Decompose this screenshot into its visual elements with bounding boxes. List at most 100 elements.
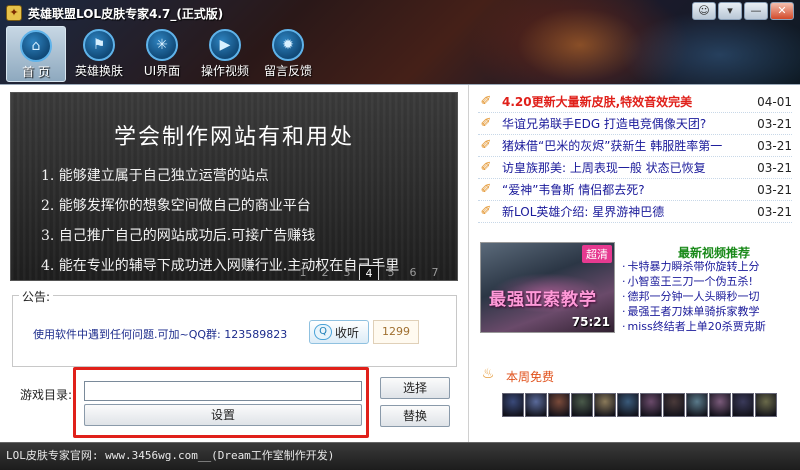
news-date: 03-21 (757, 204, 792, 219)
nav-label: 英雄换肤 (74, 64, 123, 78)
news-item[interactable]: ✐ 新LOL英雄介绍: 星界游神巴德 03-21 (478, 201, 792, 223)
pager-page-5[interactable]: 5 (381, 265, 401, 280)
nav-label: 首 页 (22, 65, 50, 79)
champion-portrait[interactable] (709, 393, 731, 417)
snowflake-icon: ✳ (146, 29, 178, 61)
nav-item-home[interactable]: ⌂ 首 页 (6, 26, 66, 82)
champion-portrait[interactable] (663, 393, 685, 417)
video-item-title: 卡特暴力瞬杀带你旋转上分 (627, 260, 760, 273)
nav-item-video[interactable]: ▶ 操作视频 (195, 26, 255, 82)
pager-page-6[interactable]: 6 (403, 265, 423, 280)
video-list: · 卡特暴力瞬杀带你旋转上分 · 小智蛮王三刀一个伪五杀! · 德邦一分钟一人头瞬秒一… (622, 259, 792, 334)
megaphone-icon: ✐ (480, 116, 492, 131)
banner-pager: 1 2 3 4 5 6 7 (293, 265, 445, 280)
video-overlay-text: 最强亚索教学 (489, 290, 597, 310)
video-item[interactable]: · miss终结者上单20杀贾克斯 (622, 319, 792, 334)
follow-count: 1299 (373, 320, 419, 344)
pager-page-2[interactable]: 2 (315, 265, 335, 280)
champion-portrait[interactable] (686, 393, 708, 417)
window-controls: ☺ ▾ — ✕ (692, 2, 794, 20)
skin-icon[interactable]: ☺ (692, 2, 716, 20)
bullet-icon: · (622, 320, 626, 333)
champion-portrait[interactable] (594, 393, 616, 417)
champion-portrait[interactable] (571, 393, 593, 417)
news-item[interactable]: ✐ 4.20更新大量新皮肤,特效音效完美 04-01 (478, 91, 792, 113)
champion-portrait[interactable] (617, 393, 639, 417)
video-item-title: 德邦一分钟一人头瞬秒一切 (627, 290, 760, 303)
minimize-icon[interactable]: — (744, 2, 768, 20)
promo-banner[interactable]: 学会制作网站有和用处 1. 能够建立属于自己独立运营的站点 2. 能够发挥你的想… (10, 92, 458, 281)
pager-page-3[interactable]: 3 (337, 265, 357, 280)
video-item-title: miss终结者上单20杀贾克斯 (627, 320, 766, 333)
banner-line: 2. 能够发挥你的想象空间做自己的商业平台 (41, 198, 311, 214)
header-art-ice (620, 10, 800, 84)
megaphone-icon: ✐ (480, 182, 492, 197)
pager-page-4[interactable]: 4 (359, 265, 379, 280)
video-item[interactable]: · 小智蛮王三刀一个伪五杀! (622, 274, 792, 289)
news-title: 新LOL英雄介绍: 星界游神巴德 (502, 205, 665, 219)
champion-portrait[interactable] (525, 393, 547, 417)
wave-icon: ♨ (481, 366, 495, 382)
video-item[interactable]: · 卡特暴力瞬杀带你旋转上分 (622, 259, 792, 274)
highlight-annotation (73, 367, 369, 438)
bullet-icon: · (622, 290, 626, 303)
megaphone-icon: ✐ (480, 204, 492, 219)
nav-item-hero-skins[interactable]: ⚑ 英雄换肤 (69, 26, 129, 82)
banner-title: 学会制作网站有和用处 (113, 125, 354, 150)
pager-page-7[interactable]: 7 (425, 265, 445, 280)
game-dir-label: 游戏目录: (20, 388, 73, 402)
news-date: 03-21 (757, 160, 792, 175)
flag-icon: ⚑ (83, 29, 115, 61)
news-date: 03-21 (757, 116, 792, 131)
nav-label: 操作视频 (200, 64, 249, 78)
video-item-title: 最强王者刀妹单骑拆家教学 (627, 305, 760, 318)
megaphone-icon: ✐ (480, 138, 492, 153)
news-item[interactable]: ✐ “爱神”韦鲁斯 情侣都去死? 03-21 (478, 179, 792, 201)
film-icon: ▶ (209, 29, 241, 61)
replace-button[interactable]: 替换 (380, 405, 450, 427)
video-item[interactable]: · 德邦一分钟一人头瞬秒一切 (622, 289, 792, 304)
qq-follow-widget: Q 收听 1299 (309, 320, 419, 344)
notice-text: 使用软件中遇到任何问题.可加~QQ群: 123589823 (33, 328, 288, 341)
bullet-icon: · (622, 275, 626, 288)
free-champions-row (502, 393, 777, 417)
bug-icon: ✹ (272, 29, 304, 61)
settings-button[interactable]: 设置 (84, 404, 362, 426)
news-title: “爱神”韦鲁斯 情侣都去死? (502, 183, 645, 197)
status-text: LOL皮肤专家官网: www.3456wg.com__(Dream工作室制作开发… (6, 449, 335, 462)
champion-portrait[interactable] (502, 393, 524, 417)
champion-portrait[interactable] (640, 393, 662, 417)
champion-portrait[interactable] (548, 393, 570, 417)
news-title: 4.20更新大量新皮肤,特效音效完美 (502, 95, 693, 109)
status-bar: LOL皮肤专家官网: www.3456wg.com__(Dream工作室制作开发… (0, 442, 800, 470)
app-logo-icon: ✦ (6, 5, 22, 21)
home-icon: ⌂ (20, 30, 52, 62)
news-date: 03-21 (757, 182, 792, 197)
video-thumbnail[interactable]: 最强亚索教学 超清 75:21 (480, 242, 615, 333)
header: ✦ 英雄联盟LOL皮肤专家4.7_(正式版) ☺ ▾ — ✕ ⌂ 首 页 ⚑ 英… (0, 0, 800, 84)
news-item[interactable]: ✐ 华谊兄弟联手EDG 打造电竞偶像天团? 03-21 (478, 113, 792, 135)
pager-page-1[interactable]: 1 (293, 265, 313, 280)
news-list: ✐ 4.20更新大量新皮肤,特效音效完美 04-01 ✐ 华谊兄弟联手EDG 打… (478, 91, 792, 223)
video-item[interactable]: · 最强王者刀妹单骑拆家教学 (622, 304, 792, 319)
nav-item-feedback[interactable]: ✹ 留言反馈 (258, 26, 318, 82)
notice-legend: 公告: (19, 288, 54, 305)
news-item[interactable]: ✐ 访皇族那美: 上周表现一般 状态已恢复 03-21 (478, 157, 792, 179)
menu-dropdown-icon[interactable]: ▾ (718, 2, 742, 20)
banner-line: 1. 能够建立属于自己独立运营的站点 (41, 168, 269, 184)
follow-button[interactable]: Q 收听 (309, 320, 369, 344)
news-title: 猪妹借“巴米的灰烬”获新生 韩服胜率第一 (502, 139, 723, 153)
nav-item-ui[interactable]: ✳ UI界面 (132, 26, 192, 82)
column-divider (468, 85, 469, 443)
bullet-icon: · (622, 305, 626, 318)
news-item[interactable]: ✐ 猪妹借“巴米的灰烬”获新生 韩服胜率第一 03-21 (478, 135, 792, 157)
video-duration: 75:21 (571, 315, 610, 329)
notice-group: 公告: 使用软件中遇到任何问题.可加~QQ群: 123589823 Q 收听 1… (12, 288, 457, 367)
megaphone-icon: ✐ (480, 160, 492, 175)
champion-portrait[interactable] (732, 393, 754, 417)
champion-portrait[interactable] (755, 393, 777, 417)
game-dir-input[interactable] (84, 381, 362, 401)
select-button[interactable]: 选择 (380, 377, 450, 399)
close-icon[interactable]: ✕ (770, 2, 794, 20)
free-week-title: 本周免费 (506, 370, 555, 384)
